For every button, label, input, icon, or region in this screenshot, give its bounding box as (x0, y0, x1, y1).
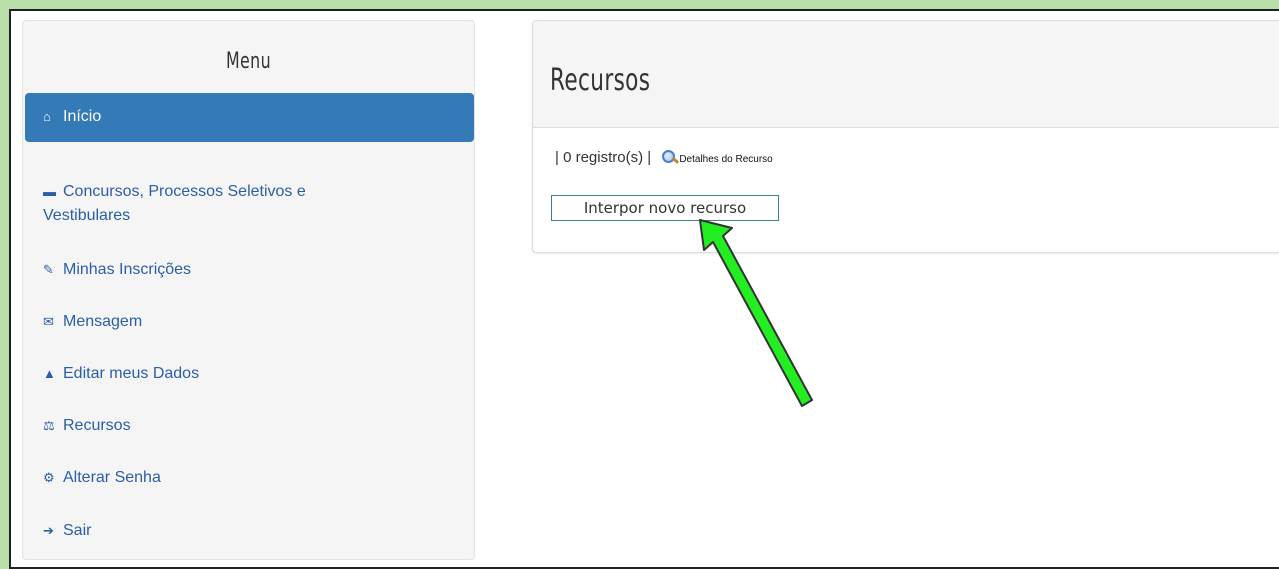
folder-icon: ▬ (43, 184, 56, 199)
sidebar-item-inicio[interactable]: ⌂ Início (25, 93, 474, 142)
user-icon: ▲ (43, 366, 56, 381)
sidebar-item-label: Concursos, Processos Seletivos e (63, 183, 306, 200)
sidebar-item-label: Sair (63, 522, 92, 539)
sidebar-item-label: Recursos (63, 417, 131, 434)
green-arrow-annotation (699, 219, 813, 407)
sidebar-item-concursos[interactable]: ▬ Concursos, Processos Seletivos e Vestib… (43, 180, 306, 228)
details-link[interactable]: Detalhes do Recurso (679, 154, 772, 165)
sidebar-item-label: Editar meus Dados (63, 365, 200, 382)
sidebar-item-sair[interactable]: ➔ Sair (43, 519, 91, 543)
sidebar-item-label-cont: Vestibulares (43, 207, 131, 224)
sidebar-item-alterar-senha[interactable]: ⚙ Alterar Senha (43, 466, 161, 490)
recursos-panel: Recursos | 0 registro(s) | Detalhes do R… (532, 20, 1279, 253)
records-count: | 0 registro(s) | (555, 149, 652, 166)
sidebar-item-mensagem[interactable]: ✉ Mensagem (43, 310, 142, 334)
sidebar-item-editar-dados[interactable]: ▲ Editar meus Dados (43, 362, 199, 386)
scale-icon: ⚖ (43, 418, 55, 433)
sidebar-item-recursos[interactable]: ⚖ Recursos (43, 414, 131, 438)
records-line: | 0 registro(s) | Detalhes do Recurso (555, 149, 773, 166)
sidebar-item-label: Mensagem (63, 313, 143, 330)
sign-out-icon: ➔ (43, 523, 54, 538)
gear-icon: ⚙ (43, 470, 55, 485)
page-title: Recursos (550, 63, 651, 98)
home-icon: ⌂ (43, 109, 51, 124)
magnifier-icon[interactable] (661, 150, 680, 164)
menu-title: Menu (226, 49, 271, 74)
sidebar: Menu ⌂ Início ▬ Concursos, Processos Selet… (22, 20, 475, 560)
sidebar-item-label: Alterar Senha (63, 469, 161, 486)
sidebar-item-label: Minhas Inscrições (63, 261, 192, 278)
panel-header: Recursos (533, 21, 1279, 128)
sidebar-item-inscricoes[interactable]: ✎ Minhas Inscrições (43, 258, 191, 282)
edit-icon: ✎ (43, 262, 54, 277)
envelope-icon: ✉ (43, 314, 54, 329)
sidebar-item-label: Início (63, 108, 102, 125)
